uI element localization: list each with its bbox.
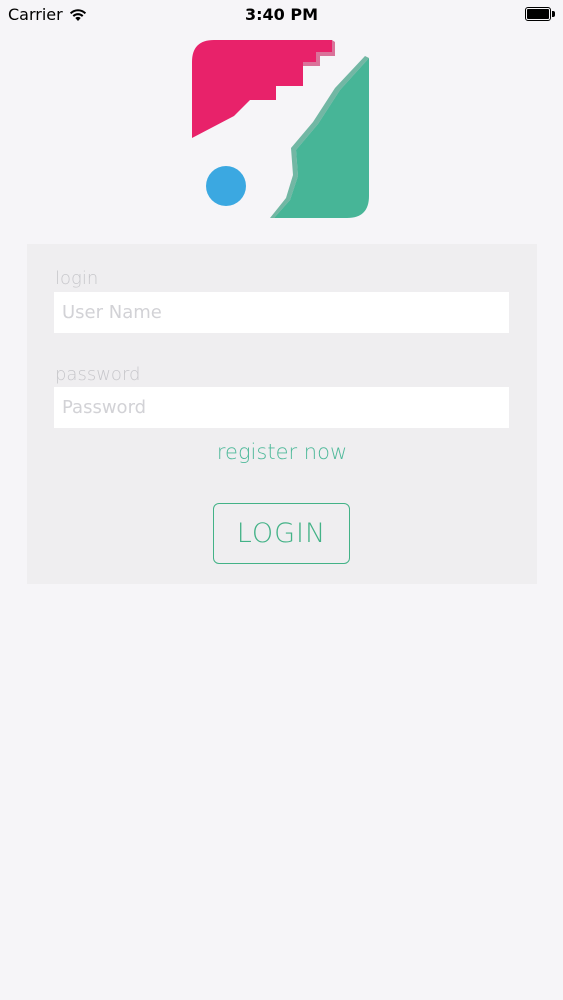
username-input[interactable] <box>54 292 509 333</box>
password-input[interactable] <box>54 387 509 428</box>
login-label: login <box>55 268 99 289</box>
password-label: password <box>55 364 141 385</box>
login-form: login password register now LOGIN <box>27 244 537 584</box>
register-now-link[interactable]: register now <box>27 440 537 464</box>
app-logo-icon <box>192 40 369 218</box>
status-time: 3:40 PM <box>244 5 318 24</box>
status-bar: Carrier 3:40 PM <box>0 0 563 30</box>
battery-icon <box>525 7 555 21</box>
login-button[interactable]: LOGIN <box>213 503 350 564</box>
